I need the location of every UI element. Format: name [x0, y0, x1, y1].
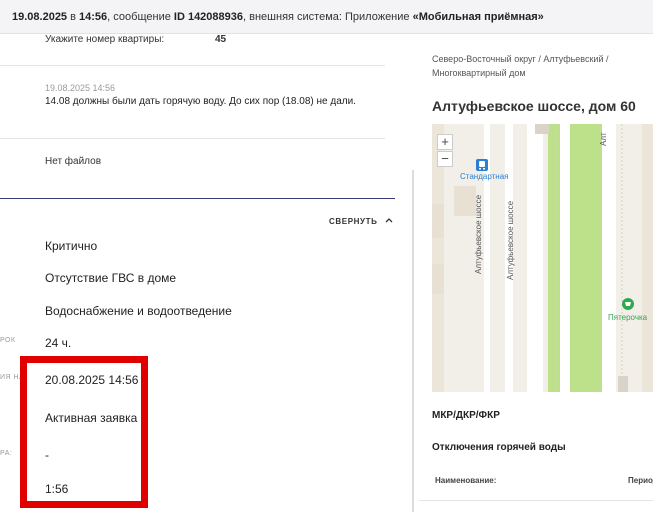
priority-value: Критично: [45, 239, 98, 253]
status-value: Активная заявка: [45, 411, 138, 425]
chevron-up-icon: [385, 217, 393, 223]
bus-stop-icon: [476, 159, 488, 171]
mkr-section-title: МКР/ДКР/ФКР: [432, 410, 500, 421]
message-header: 19.08.2025 в 14:56, сообщение ID 1420889…: [12, 11, 544, 23]
apartment-number: 45: [215, 34, 227, 45]
column-header-name: Наименование:: [435, 476, 497, 485]
zoom-in-button[interactable]: +: [437, 134, 453, 150]
scrollbar[interactable]: [412, 170, 414, 512]
section-divider: [0, 198, 395, 199]
breadcrumb: Северо-Восточный округ / Алтуфьевский / …: [432, 54, 609, 78]
duration-value: 1:56: [45, 482, 69, 496]
map-canvas: [432, 124, 653, 392]
category-value: Отсутствие ГВС в доме: [45, 271, 177, 285]
zoom-out-button[interactable]: −: [437, 151, 453, 167]
field-label-cut: ИЯ НА: [0, 374, 25, 381]
apartment-question-label: Укажите номер квартиры:: [45, 34, 165, 45]
road-label: Алт: [599, 132, 608, 146]
column-header-period: Период: [628, 476, 653, 485]
comment-text: 14.08 должны были дать горячую воду. До …: [45, 96, 356, 107]
dash-value: -: [45, 448, 49, 462]
road-label: Алтуфьевское шоссе: [506, 200, 515, 280]
created-datetime: 20.08.2025 14:56: [45, 373, 139, 387]
header-date: 19.08.2025: [12, 11, 68, 23]
header-time: 14:56: [79, 11, 108, 23]
divider: [0, 65, 385, 66]
collapse-button[interactable]: СВЕРНУТЬ: [329, 211, 393, 229]
outages-table-header: Наименование: Период: [419, 460, 653, 501]
map-view[interactable]: + − Стандартная Алтуфьевское шоссе Алтуф…: [432, 124, 653, 392]
road-label: Алтуфьевское шоссе: [474, 194, 483, 274]
comment-timestamp: 19.08.2025 14:56: [45, 83, 116, 93]
field-label-cut: РА:: [0, 450, 13, 457]
shop-icon: [622, 298, 634, 310]
bus-stop-label: Стандартная: [460, 172, 509, 181]
divider: [0, 138, 385, 139]
request-details-panel: Укажите номер квартиры: 45 19.08.2025 14…: [0, 34, 405, 512]
address-panel: Северо-Восточный округ / Алтуфьевский / …: [419, 34, 653, 512]
top-info-bar: 19.08.2025 в 14:56, сообщение ID 1420889…: [0, 0, 653, 34]
app-name: «Мобильная приёмная»: [412, 11, 544, 23]
term-value: 24 ч.: [45, 336, 72, 350]
shop-label: Пятерочка: [608, 313, 648, 322]
no-files-text: Нет файлов: [45, 156, 102, 167]
building-address-title: Алтуфьевское шоссе, дом 60: [432, 98, 636, 114]
message-id: ID 142088936: [173, 11, 244, 23]
hot-water-outages-title: Отключения горячей воды: [432, 442, 566, 453]
subcategory-value: Водоснабжение и водоотведение: [45, 304, 232, 318]
field-label-cut: РОК: [0, 337, 16, 344]
